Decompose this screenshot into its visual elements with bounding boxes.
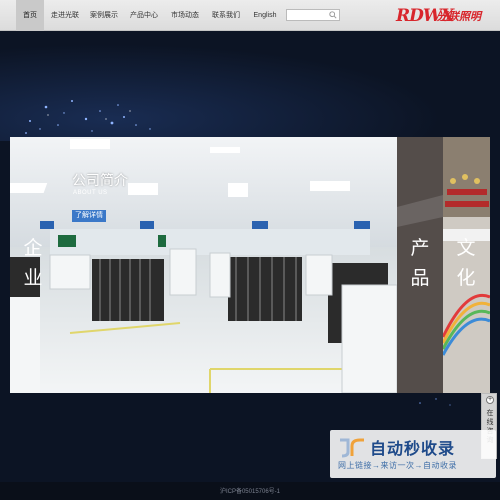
culture-panel[interactable]: 文 化 (443, 137, 490, 393)
nav-contact[interactable]: 联系我们 (210, 0, 242, 31)
culture-panel-image (443, 137, 490, 393)
nav-products[interactable]: 产品中心 (128, 0, 160, 31)
product-panel[interactable]: 产 品 (397, 137, 443, 393)
culture-label-1: 文 (456, 238, 476, 259)
nav-cases[interactable]: 案例展示 (88, 0, 120, 31)
about-subtitle: ABOUT US (73, 190, 108, 196)
vertical-label-enterprise-1: 企 (23, 238, 43, 259)
product-panel-image (397, 137, 443, 393)
nav-english[interactable]: English (250, 0, 280, 31)
vertical-label-enterprise-2: 业 (23, 268, 43, 289)
factory-floor-image (10, 137, 397, 393)
nav-about[interactable]: 走进光联 (49, 0, 81, 31)
watermark-overlay: 自动秒收录 网上链接→来访一次→自动收录 (330, 430, 496, 478)
watermark-title: 自动秒收录 (370, 441, 456, 458)
product-label-2: 品 (410, 268, 430, 289)
search-input[interactable] (287, 17, 327, 27)
about-details-button[interactable]: 了解详情 (72, 210, 106, 222)
logo-company-name: 光联照明 (437, 11, 481, 23)
watermark-logo-icon (340, 438, 364, 458)
nav-market-news[interactable]: 市场动态 (169, 0, 201, 31)
about-company-photo-panel[interactable]: 企 业 (10, 137, 397, 393)
plus-icon[interactable]: + (486, 396, 494, 404)
top-navigation-bar: 首页 走进光联 案例展示 产品中心 市场动态 联系我们 English RDWX… (0, 0, 500, 31)
search-box (286, 9, 340, 27)
search-icon[interactable] (329, 11, 337, 19)
brand-logo[interactable]: RDWX 光联照明 (396, 5, 488, 27)
nav-home[interactable]: 首页 (16, 0, 44, 31)
about-title: 公司简介 (72, 172, 128, 188)
product-label-1: 产 (410, 238, 430, 259)
icp-license-link[interactable]: 沪ICP备05015706号-1 (0, 486, 500, 495)
culture-label-2: 化 (456, 268, 476, 289)
watermark-subtitle: 网上链接→来访一次→自动收录 (338, 461, 457, 470)
